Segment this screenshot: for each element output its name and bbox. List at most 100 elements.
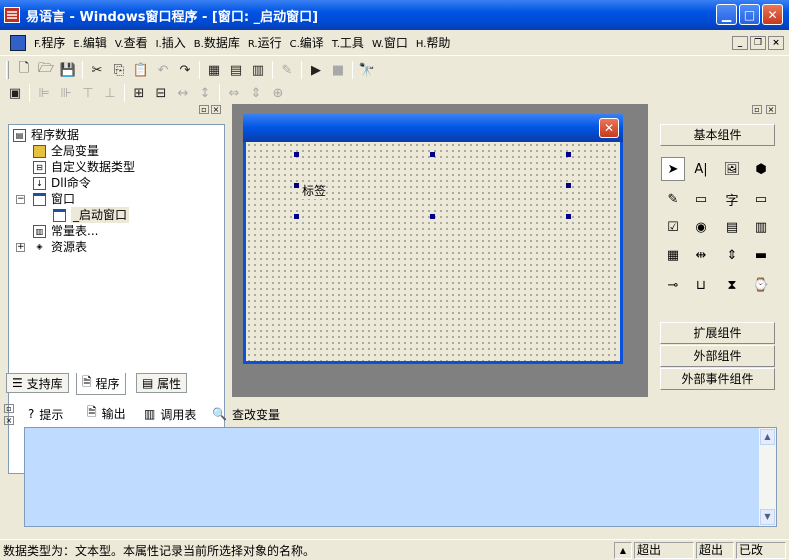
save-icon[interactable]: 💾	[57, 59, 79, 81]
layout-2-icon[interactable]: ▤	[225, 59, 247, 81]
menu-run[interactable]: R.运行	[244, 33, 286, 53]
scroll-down-arrow-icon[interactable]: ▼	[760, 509, 775, 525]
label-tool-icon[interactable]: A|	[689, 157, 713, 181]
same-width-icon[interactable]: ⇔	[223, 82, 245, 104]
form-icon[interactable]: ▣	[4, 82, 26, 104]
mdi-close-button[interactable]: ×	[768, 36, 784, 50]
shape-icon[interactable]: ⬢	[749, 157, 773, 181]
scroll-h-icon[interactable]: ⇹	[689, 243, 713, 267]
menu-insert[interactable]: I.插入	[152, 33, 190, 53]
picture-icon[interactable]: 🖼	[720, 157, 744, 181]
menu-tools[interactable]: T.工具	[328, 33, 368, 53]
progress-icon[interactable]: ▬	[749, 243, 773, 267]
maximize-button[interactable]: □	[739, 4, 760, 25]
frame-icon[interactable]: ▭	[749, 187, 773, 211]
checkbox-icon[interactable]: ☑	[661, 215, 685, 239]
tree-item-windows[interactable]: 窗口	[33, 191, 75, 207]
external-components-button[interactable]: 外部组件	[660, 345, 775, 367]
design-form-window[interactable]: ✕ 标签	[243, 114, 623, 364]
resize-handle[interactable]	[566, 183, 571, 188]
center-h-icon[interactable]: ⊞	[128, 82, 150, 104]
close-button[interactable]: ✕	[762, 4, 783, 25]
tree-item-startup-window[interactable]: _启动窗口	[53, 207, 130, 223]
slider-icon[interactable]: ⊸	[661, 273, 685, 297]
dialog-icon[interactable]: ⌚	[749, 273, 773, 297]
align-center-icon[interactable]: ⊪	[55, 82, 77, 104]
resize-handle[interactable]	[294, 183, 299, 188]
pane-restore-button[interactable]: ▫	[199, 105, 209, 114]
tree-item-global-vars[interactable]: 全局变量	[33, 143, 99, 159]
design-form-close-button[interactable]: ✕	[599, 118, 619, 138]
menu-compile[interactable]: C.编译	[286, 33, 328, 53]
output-scrollbar[interactable]: ▲ ▼	[759, 428, 776, 526]
basic-components-button[interactable]: 基本组件	[660, 124, 775, 146]
menu-view[interactable]: V.查看	[111, 33, 152, 53]
resize-handle[interactable]	[430, 214, 435, 219]
menu-database[interactable]: B.数据库	[190, 33, 244, 53]
scroll-up-arrow-icon[interactable]: ▲	[760, 429, 775, 445]
tab-program[interactable]: 🗎 程序	[76, 373, 126, 395]
edit-pen-icon[interactable]: ✎	[276, 59, 298, 81]
extended-components-button[interactable]: 扩展组件	[660, 322, 775, 344]
menu-program[interactable]: F.程序	[30, 33, 69, 53]
text-icon[interactable]: 字	[720, 187, 744, 211]
center-v-icon[interactable]: ⊟	[150, 82, 172, 104]
tab-properties[interactable]: ▤ 属性	[136, 373, 188, 393]
tab-icon[interactable]: ⊔	[689, 273, 713, 297]
space-h-icon[interactable]: ↔	[172, 82, 194, 104]
undo-icon[interactable]: ↶	[152, 59, 174, 81]
stop-icon[interactable]: ■	[327, 59, 349, 81]
resize-handle[interactable]	[566, 214, 571, 219]
resize-handle[interactable]	[294, 152, 299, 157]
menu-window[interactable]: W.窗口	[368, 33, 412, 53]
output-pane-restore[interactable]: ▫	[4, 404, 14, 413]
find-binoculars-icon[interactable]: 🔭	[356, 59, 378, 81]
tree-root[interactable]: ▤ 程序数据	[13, 127, 79, 143]
easy-language-icon[interactable]	[4, 7, 20, 23]
resize-handle[interactable]	[566, 152, 571, 157]
menu-edit[interactable]: E.编辑	[69, 33, 111, 53]
tree-collapse-toggle[interactable]: −	[16, 195, 25, 204]
listbox-icon[interactable]: ▤	[720, 215, 744, 239]
tree-item-resources[interactable]: ◈ 资源表	[33, 239, 87, 255]
cut-icon[interactable]: ✂	[86, 59, 108, 81]
copy-icon[interactable]: ⎘	[108, 59, 130, 81]
pane-close-button[interactable]: ×	[211, 105, 221, 114]
space-v-icon[interactable]: ↕	[194, 82, 216, 104]
tree-item-dll-commands[interactable]: ↓ Dll命令	[33, 175, 91, 191]
list-icon[interactable]: ▦	[661, 243, 685, 267]
pane-close-button[interactable]: ×	[766, 105, 776, 114]
run-icon[interactable]: ▶	[305, 59, 327, 81]
resize-handle[interactable]	[430, 152, 435, 157]
tree-item-custom-types[interactable]: ⊟ 自定义数据类型	[33, 159, 135, 175]
same-height-icon[interactable]: ⇕	[245, 82, 267, 104]
align-left-icon[interactable]: ⊫	[33, 82, 55, 104]
new-file-icon[interactable]: 🗋	[13, 59, 35, 81]
radio-icon[interactable]: ◉	[689, 215, 713, 239]
scroll-v-icon[interactable]: ⇕	[720, 243, 744, 267]
mdi-window-icon[interactable]	[10, 35, 26, 51]
output-pane-close[interactable]: ×	[4, 416, 14, 425]
design-form-canvas[interactable]: 标签	[246, 142, 620, 361]
tree-expand-toggle[interactable]: +	[16, 243, 25, 252]
external-event-components-button[interactable]: 外部事件组件	[660, 368, 775, 390]
mdi-minimize-button[interactable]: _	[732, 36, 748, 50]
timer-icon[interactable]: ⧗	[720, 273, 744, 297]
status-up-arrow-icon[interactable]: ▲	[614, 542, 632, 559]
align-bottom-icon[interactable]: ⊥	[99, 82, 121, 104]
tab-hint[interactable]: ? 提示	[28, 404, 63, 424]
tab-output[interactable]: 🗎 输出	[84, 402, 129, 424]
pane-restore-button[interactable]: ▫	[752, 105, 762, 114]
label-control[interactable]: 标签	[302, 182, 327, 199]
tab-call-table[interactable]: ▥ 调用表	[144, 404, 196, 424]
align-top-icon[interactable]: ⊤	[77, 82, 99, 104]
resize-handle[interactable]	[294, 214, 299, 219]
pointer-icon[interactable]: ➤	[661, 157, 685, 181]
redo-icon[interactable]: ↷	[174, 59, 196, 81]
layout-1-icon[interactable]: ▦	[203, 59, 225, 81]
button-icon[interactable]: ▭	[689, 187, 713, 211]
minimize-button[interactable]: ▁	[716, 4, 737, 25]
open-folder-icon[interactable]: 🗁	[35, 59, 57, 81]
output-textarea[interactable]	[24, 427, 777, 527]
menu-help[interactable]: H.帮助	[412, 33, 455, 53]
